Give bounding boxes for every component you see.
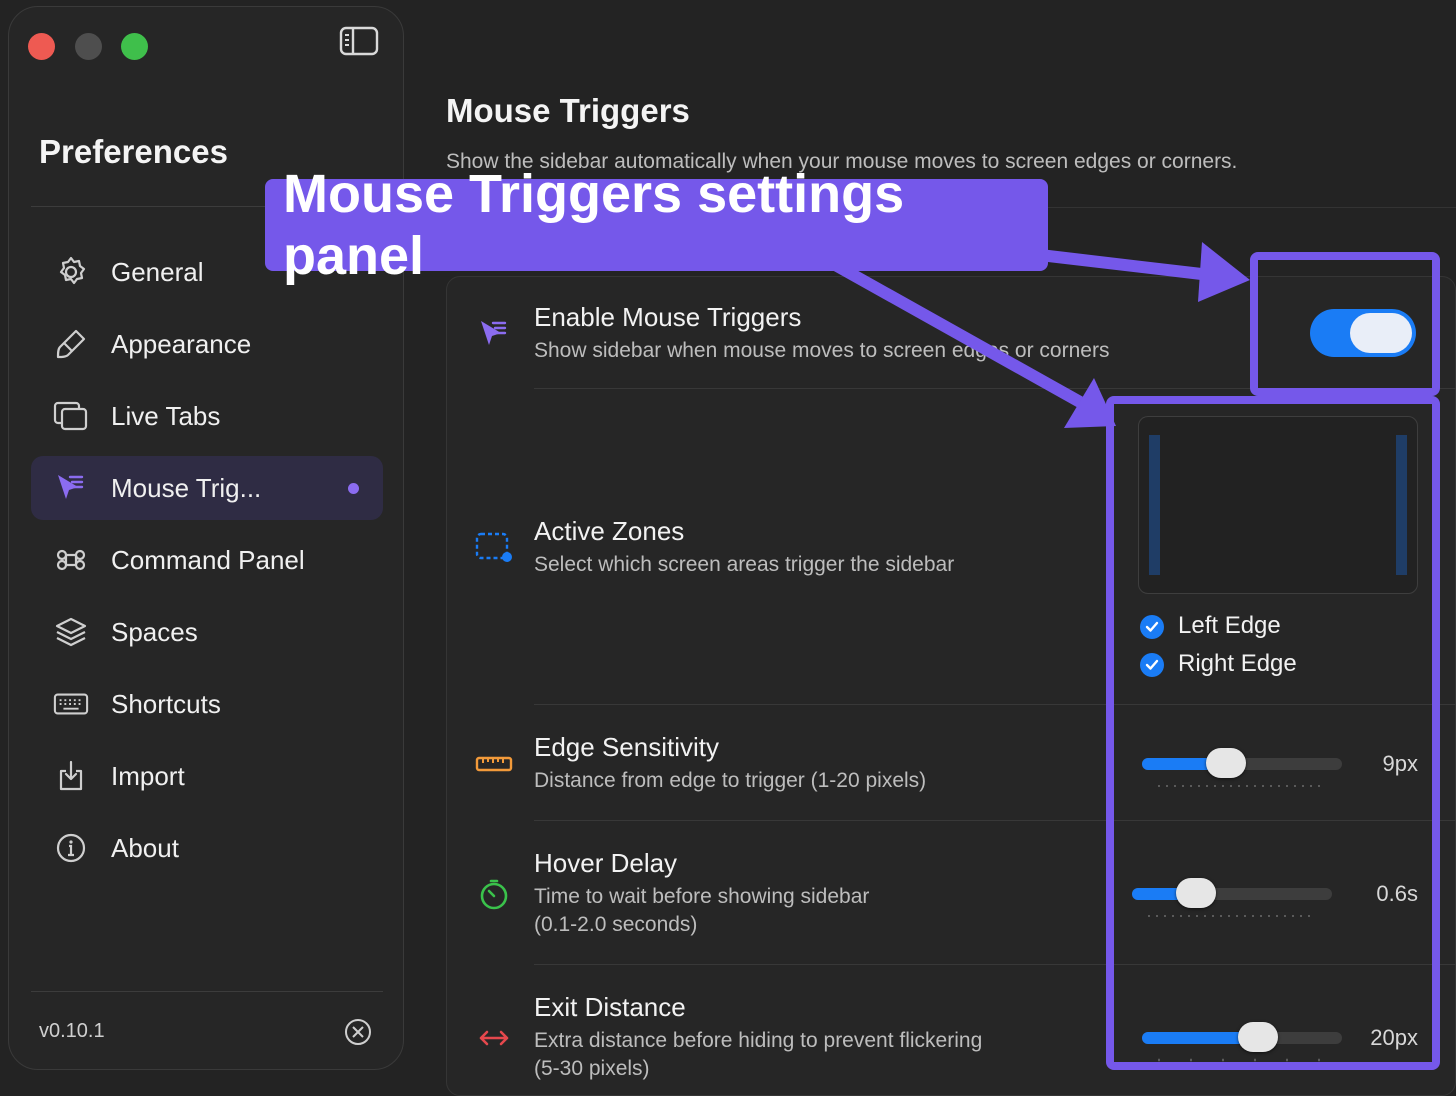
layers-icon — [53, 614, 89, 650]
sidebar-item-label: Command Panel — [111, 544, 305, 575]
delay-desc-line2: (0.1-2.0 seconds) — [534, 913, 698, 936]
page-title: Mouse Triggers — [446, 92, 690, 129]
minimize-window-button[interactable] — [75, 33, 102, 60]
sidebar-footer-divider — [31, 991, 383, 992]
sensitivity-desc: Distance from edge to trigger (1-20 pixe… — [534, 769, 927, 792]
ruler-icon — [474, 744, 514, 784]
cursor-icon — [474, 314, 514, 354]
sensitivity-title: Edge Sensitivity — [534, 732, 719, 762]
sidebar-item-about[interactable]: About — [31, 816, 383, 880]
gear-icon — [53, 254, 89, 290]
toggle-highlight-box — [1250, 252, 1440, 396]
timer-icon — [474, 874, 514, 914]
enable-desc: Show sidebar when mouse moves to screen … — [534, 339, 1110, 362]
delay-desc-line1: Time to wait before showing sidebar — [534, 885, 870, 908]
zones-title: Active Zones — [534, 516, 685, 546]
import-icon — [53, 758, 89, 794]
command-icon — [53, 542, 89, 578]
close-window-button[interactable] — [28, 33, 55, 60]
sidebar-item-spaces[interactable]: Spaces — [31, 600, 383, 664]
sidebar-title: Preferences — [39, 133, 228, 170]
sidebar-item-label: Mouse Trig... — [111, 472, 262, 503]
exit-desc-line2: (5-30 pixels) — [534, 1057, 650, 1080]
paintbrush-icon — [53, 326, 89, 362]
sidebar-item-label: General — [111, 256, 204, 287]
sidebar-item-live-tabs[interactable]: Live Tabs — [31, 384, 383, 448]
version-label: v0.10.1 — [39, 1020, 105, 1042]
sidebar-item-label: About — [111, 832, 179, 863]
sidebar-item-shortcuts[interactable]: Shortcuts — [31, 672, 383, 736]
sidebar-item-import[interactable]: Import — [31, 744, 383, 808]
exit-desc-line1: Extra distance before hiding to prevent … — [534, 1029, 983, 1052]
tabs-icon — [53, 398, 89, 434]
enable-title: Enable Mouse Triggers — [534, 302, 802, 332]
sidebar-item-label: Shortcuts — [111, 688, 221, 719]
keyboard-icon — [53, 686, 89, 722]
sidebar-item-mouse-triggers[interactable]: Mouse Trig... — [31, 456, 383, 520]
sidebar-item-label: Live Tabs — [111, 400, 221, 431]
delay-title: Hover Delay — [534, 848, 678, 878]
close-circle-icon[interactable] — [343, 1017, 373, 1052]
sidebar-item-label: Appearance — [111, 328, 252, 359]
sidebar-toggle-icon[interactable] — [339, 25, 379, 62]
info-icon — [53, 830, 89, 866]
sidebar-item-appearance[interactable]: Appearance — [31, 312, 383, 376]
sidebar-item-label: Import — [111, 760, 185, 791]
horizontal-arrows-icon — [474, 1018, 514, 1058]
zones-desc: Select which screen areas trigger the si… — [534, 553, 955, 576]
annotation-callout: Mouse Triggers settings panel — [265, 164, 1048, 286]
cursor-icon — [53, 470, 89, 506]
active-indicator-dot — [348, 483, 359, 494]
zoom-window-button[interactable] — [121, 33, 148, 60]
controls-highlight-box — [1106, 396, 1440, 1070]
sidebar-item-label: Spaces — [111, 616, 198, 647]
exit-title: Exit Distance — [534, 992, 686, 1022]
sidebar-item-command-panel[interactable]: Command Panel — [31, 528, 383, 592]
dashed-selection-icon — [474, 527, 514, 567]
